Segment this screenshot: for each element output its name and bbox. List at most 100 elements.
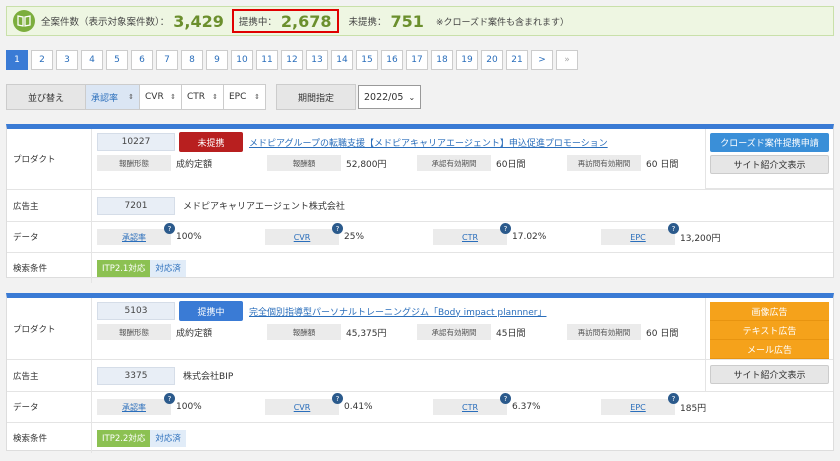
page-19[interactable]: 19 — [456, 50, 478, 70]
help-icon[interactable]: ? — [500, 223, 511, 234]
page-8[interactable]: 8 — [181, 50, 203, 70]
cvr-cell: CVR? 0.41% — [265, 393, 433, 415]
period-select[interactable]: 2022/05 ⌄ — [358, 85, 422, 109]
ctr-cell: CTR? 17.02% — [433, 223, 601, 245]
help-icon[interactable]: ? — [164, 223, 175, 234]
sort-arrows-icon: ⇕ — [128, 93, 134, 101]
page-21[interactable]: 21 — [506, 50, 528, 70]
sort-ctr[interactable]: CTR ⇕ — [182, 84, 224, 110]
help-icon[interactable]: ? — [164, 393, 175, 404]
revisit-period: 再訪問有効期間 60 日間 — [567, 324, 678, 340]
status-badge: 提携中 — [179, 301, 243, 321]
product-label: プロダクト — [7, 129, 92, 189]
ad-type-buttons: 画像広告 テキスト広告 メール広告 — [710, 302, 829, 359]
help-icon[interactable]: ? — [500, 393, 511, 404]
help-icon[interactable]: ? — [332, 393, 343, 404]
help-icon[interactable]: ? — [668, 393, 679, 404]
approval-rate-link[interactable]: 承認率? — [97, 223, 175, 245]
sort-cvr[interactable]: CVR ⇕ — [140, 84, 182, 110]
cvr-link[interactable]: CVR? — [265, 393, 343, 415]
sort-arrows-icon: ⇕ — [170, 93, 176, 101]
revisit-period: 再訪問有効期間 60 日間 — [567, 155, 678, 171]
campaign-card: プロダクト 5103 提携中 完全個別指導型パーソナルトレーニングジム「Body… — [6, 293, 834, 453]
page-15[interactable]: 15 — [356, 50, 378, 70]
epc-cell: EPC? 185円 — [601, 393, 769, 415]
reward-type: 報酬形態 成約定額 — [97, 155, 267, 171]
reward-amount: 報酬額 45,375円 — [267, 324, 417, 340]
epc-cell: EPC? 13,200円 — [601, 223, 769, 245]
epc-link[interactable]: EPC? — [601, 393, 679, 415]
product-id: 5103 — [97, 302, 175, 320]
data-row: データ 承認率? 100% CVR? 25% CTR? 17.02% EPC? … — [7, 222, 833, 253]
page-9[interactable]: 9 — [206, 50, 228, 70]
reward-type: 報酬形態 成約定額 — [97, 324, 267, 340]
sort-bar: 並び替え 承認率 ⇕ CVR ⇕ CTR ⇕ EPC ⇕ 期間指定 2022/05 ⌄ — [6, 84, 422, 110]
sort-epc[interactable]: EPC ⇕ — [224, 84, 266, 110]
page-13[interactable]: 13 — [306, 50, 328, 70]
partnered-count: 2,678 — [280, 11, 332, 31]
help-icon[interactable]: ? — [332, 223, 343, 234]
advertiser-label: 広告主 — [7, 360, 92, 391]
status-badge: 未提携 — [179, 132, 243, 152]
page-5[interactable]: 5 — [106, 50, 128, 70]
data-label: データ — [7, 392, 92, 422]
search-row: 検索条件 ITP2.2対応 対応済 — [7, 423, 833, 453]
mail-ad-button[interactable]: メール広告 — [710, 340, 829, 359]
text-ad-button[interactable]: テキスト広告 — [710, 321, 829, 340]
total-count: 3,429 — [173, 11, 224, 31]
summary-note: ※クローズド案件も含まれます） — [435, 17, 570, 28]
page-7[interactable]: 7 — [156, 50, 178, 70]
site-intro-button[interactable]: サイト紹介文表示 — [710, 155, 829, 174]
product-title-link[interactable]: メドピアグループの転職支援【メドピアキャリアエージェント】申込促進プロモーション — [249, 136, 608, 149]
page-16[interactable]: 16 — [381, 50, 403, 70]
product-row: プロダクト 5103 提携中 完全個別指導型パーソナルトレーニングジム「Body… — [7, 298, 833, 360]
product-title-link[interactable]: 完全個別指導型パーソナルトレーニングジム「Body impact plannne… — [249, 305, 547, 318]
supported-tag: 対応済 — [150, 429, 186, 447]
sort-arrows-icon: ⇕ — [212, 93, 218, 101]
page-3[interactable]: 3 — [56, 50, 78, 70]
itp-tag: ITP2.1対応 — [97, 259, 151, 277]
page-14[interactable]: 14 — [331, 50, 353, 70]
closed-campaign-apply-button[interactable]: クローズド案件提携申請 — [710, 133, 829, 152]
chevron-down-icon: ⌄ — [408, 92, 416, 102]
approval-rate-cell: 承認率? 100% — [97, 223, 265, 245]
ctr-link[interactable]: CTR? — [433, 223, 511, 245]
site-intro-button[interactable]: サイト紹介文表示 — [710, 365, 829, 384]
ctr-link[interactable]: CTR? — [433, 393, 511, 415]
search-label: 検索条件 — [7, 423, 92, 453]
last-page-button[interactable]: » — [556, 50, 578, 70]
image-ad-button[interactable]: 画像広告 — [710, 302, 829, 321]
sort-approval-rate[interactable]: 承認率 ⇕ — [86, 84, 140, 110]
advertiser-row: 広告主 3375 株式会社BIP サイト紹介文表示 — [7, 360, 833, 392]
unpartnered-count: 751 — [390, 11, 424, 31]
unpartnered-label: 未提携： — [348, 17, 387, 28]
cvr-link[interactable]: CVR? — [265, 223, 343, 245]
approval-period: 承認有効期間 60日間 — [417, 155, 567, 171]
page-1[interactable]: 1 — [6, 50, 28, 70]
advertiser-id: 3375 — [97, 366, 175, 385]
page-18[interactable]: 18 — [431, 50, 453, 70]
page-6[interactable]: 6 — [131, 50, 153, 70]
epc-link[interactable]: EPC? — [601, 223, 679, 245]
sort-label: 並び替え — [6, 84, 86, 110]
cvr-cell: CVR? 25% — [265, 223, 433, 245]
page-2[interactable]: 2 — [31, 50, 53, 70]
partnered-label: 提携中： — [238, 17, 277, 28]
next-page-button[interactable]: > — [531, 50, 553, 70]
page-17[interactable]: 17 — [406, 50, 428, 70]
advertiser-id: 7201 — [97, 196, 175, 215]
page-11[interactable]: 11 — [256, 50, 278, 70]
page-12[interactable]: 12 — [281, 50, 303, 70]
reward-amount: 報酬額 52,800円 — [267, 155, 417, 171]
help-icon[interactable]: ? — [668, 223, 679, 234]
advertiser-name: 株式会社BIP — [183, 372, 234, 382]
page-20[interactable]: 20 — [481, 50, 503, 70]
summary-bar: 全案件数（表示対象案件数）： 3,429 提携中： 2,678 未提携： 751… — [6, 6, 834, 36]
book-icon — [13, 10, 35, 32]
product-row: プロダクト 10227 未提携 メドピアグループの転職支援【メドピアキャリアエー… — [7, 129, 833, 190]
page-4[interactable]: 4 — [81, 50, 103, 70]
approval-rate-link[interactable]: 承認率? — [97, 393, 175, 415]
total-label: 全案件数（表示対象案件数）： — [41, 17, 170, 28]
product-label: プロダクト — [7, 298, 92, 359]
page-10[interactable]: 10 — [231, 50, 253, 70]
